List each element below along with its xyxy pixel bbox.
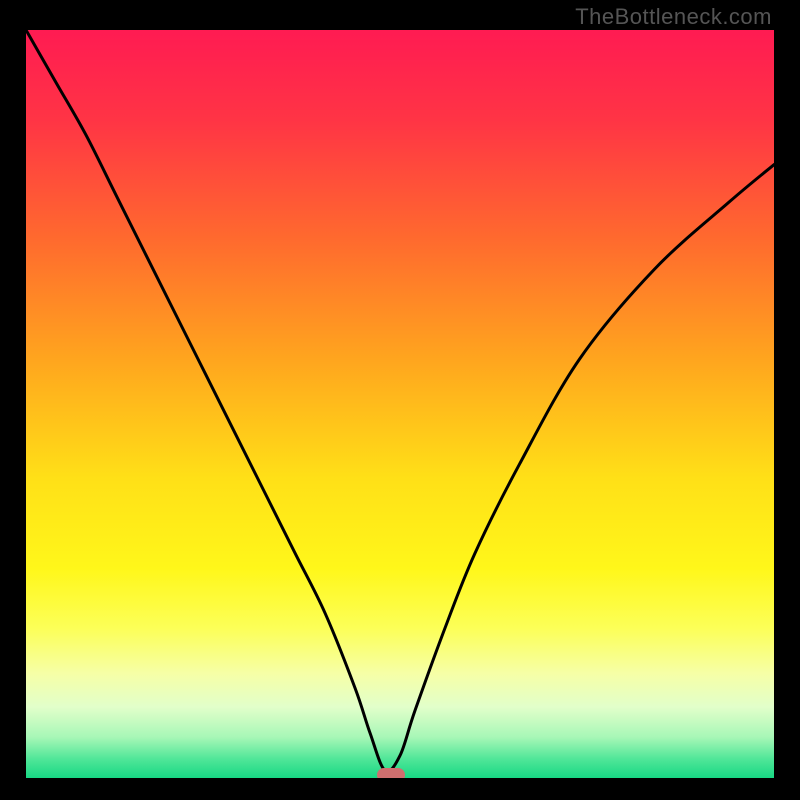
plot-area (24, 28, 776, 780)
watermark-text: TheBottleneck.com (575, 4, 772, 30)
bottleneck-curve (26, 30, 774, 778)
optimum-marker (377, 768, 405, 780)
chart-container: TheBottleneck.com (0, 0, 800, 800)
